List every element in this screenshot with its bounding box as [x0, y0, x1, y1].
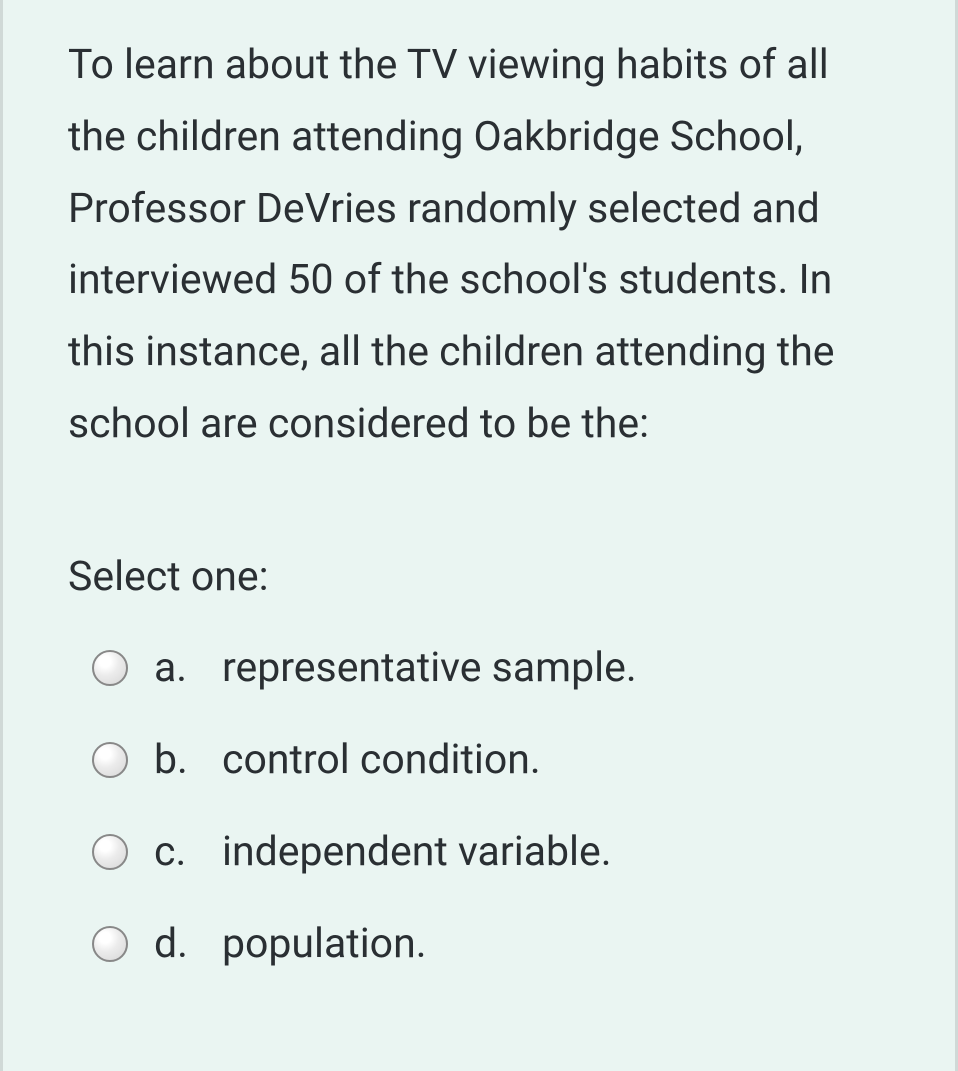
option-d-text: population. [222, 920, 890, 968]
option-d-radio[interactable] [92, 926, 128, 962]
option-d[interactable]: d. population. [92, 920, 890, 968]
option-a-letter: a. [154, 644, 222, 692]
option-a-text: representative sample. [222, 644, 890, 692]
option-b-letter: b. [154, 736, 222, 784]
option-b-text: control condition. [222, 736, 890, 784]
question-container: To learn about the TV viewing habits of … [3, 0, 955, 1032]
options-list: a. representative sample. b. control con… [68, 644, 890, 968]
option-a[interactable]: a. representative sample. [92, 644, 890, 692]
option-a-radio[interactable] [92, 650, 128, 686]
option-b-radio[interactable] [92, 742, 128, 778]
option-d-letter: d. [154, 920, 222, 968]
option-b[interactable]: b. control condition. [92, 736, 890, 784]
option-c[interactable]: c. independent variable. [92, 828, 890, 876]
question-stem: To learn about the TV viewing habits of … [68, 30, 890, 461]
option-c-text: independent variable. [222, 828, 890, 876]
option-c-radio[interactable] [92, 834, 128, 870]
option-c-letter: c. [154, 828, 222, 876]
select-prompt: Select one: [68, 551, 890, 604]
